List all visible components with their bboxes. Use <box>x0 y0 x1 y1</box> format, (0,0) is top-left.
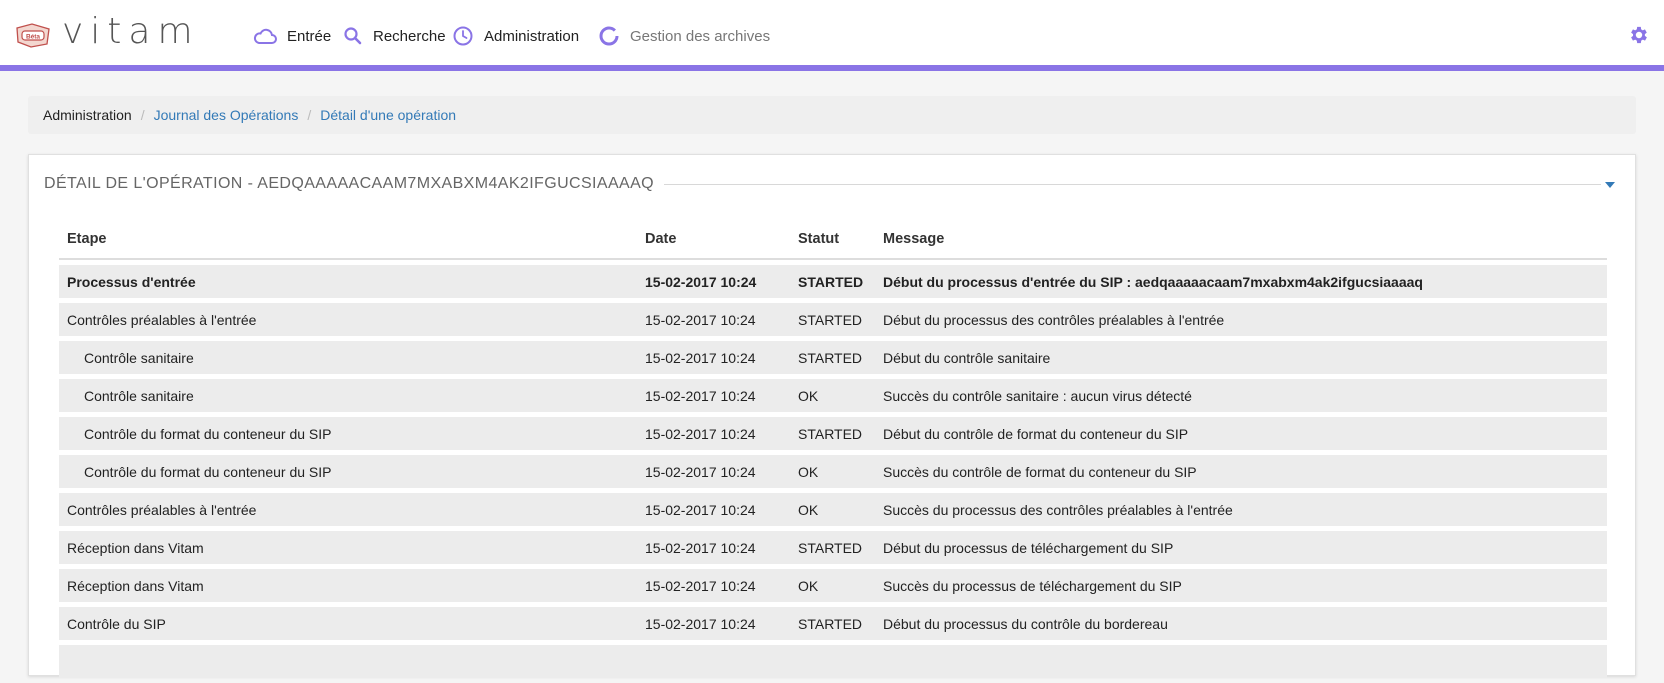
table-row[interactable]: Processus d'entrée 15-02-2017 10:24 STAR… <box>59 265 1607 298</box>
gear-icon[interactable] <box>1628 24 1650 46</box>
cell-date: 15-02-2017 10:24 <box>637 303 790 336</box>
cell-statut: OK <box>790 379 875 412</box>
cell-statut: STARTED <box>790 607 875 640</box>
cell-date: 15-02-2017 10:24 <box>637 493 790 526</box>
cell-message: Succès du processus des contrôles préala… <box>875 493 1607 526</box>
breadcrumb-detail-operation[interactable]: Détail d'une opération <box>320 107 456 123</box>
breadcrumb-administration: Administration <box>43 107 132 123</box>
top-navbar: Béta vitam Entrée Recherche Administrati… <box>0 0 1664 71</box>
cell-statut: STARTED <box>790 531 875 564</box>
nav-administration-label: Administration <box>484 27 580 45</box>
cell-message: Succès du contrôle de format du conteneu… <box>875 455 1607 488</box>
cell-etape: Contrôle sanitaire <box>59 341 637 374</box>
table-row[interactable]: Contrôles préalables à l'entrée 15-02-20… <box>59 303 1607 336</box>
cell-message <box>875 645 1607 678</box>
cell-message: Début du processus des contrôles préalab… <box>875 303 1607 336</box>
table-row[interactable]: Contrôle du format du conteneur du SIP 1… <box>59 417 1607 450</box>
cell-date <box>637 645 790 678</box>
beta-badge-icon: Béta <box>16 23 50 48</box>
cell-etape <box>59 645 637 678</box>
cell-message: Début du processus de téléchargement du … <box>875 531 1607 564</box>
cell-etape: Contrôle sanitaire <box>59 379 637 412</box>
cell-date: 15-02-2017 10:24 <box>637 341 790 374</box>
nav-entree[interactable]: Entrée <box>253 24 331 48</box>
column-header-date[interactable]: Date <box>637 228 790 260</box>
column-header-etape[interactable]: Etape <box>59 228 637 260</box>
breadcrumb-separator: / <box>140 107 145 123</box>
table-row[interactable]: Contrôle du SIP 15-02-2017 10:24 STARTED… <box>59 607 1607 640</box>
table-row[interactable]: Contrôle du format du conteneur du SIP 1… <box>59 455 1607 488</box>
table-row[interactable]: Réception dans Vitam 15-02-2017 10:24 ST… <box>59 531 1607 564</box>
table-row[interactable]: Contrôle sanitaire 15-02-2017 10:24 STAR… <box>59 341 1607 374</box>
cell-statut: STARTED <box>790 417 875 450</box>
cell-statut: STARTED <box>790 303 875 336</box>
cell-etape: Contrôles préalables à l'entrée <box>59 303 637 336</box>
cell-date: 15-02-2017 10:24 <box>637 379 790 412</box>
nav-recherche-label: Recherche <box>373 27 446 45</box>
cell-message: Succès du contrôle sanitaire : aucun vir… <box>875 379 1607 412</box>
table-row[interactable]: Contrôle sanitaire 15-02-2017 10:24 OK S… <box>59 379 1607 412</box>
breadcrumb-journal-operations[interactable]: Journal des Opérations <box>154 107 299 123</box>
cloud-icon <box>253 28 277 44</box>
cell-date: 15-02-2017 10:24 <box>637 265 790 298</box>
nav-gestion-archives-label: Gestion des archives <box>630 27 771 45</box>
search-icon <box>344 27 362 45</box>
table-row[interactable]: Réception dans Vitam 15-02-2017 10:24 OK… <box>59 569 1607 602</box>
cell-etape: Contrôles préalables à l'entrée <box>59 493 637 526</box>
nav-entree-label: Entrée <box>287 27 332 45</box>
table-row[interactable] <box>59 645 1607 678</box>
cell-statut: STARTED <box>790 341 875 374</box>
cell-statut: OK <box>790 455 875 488</box>
column-header-message[interactable]: Message <box>875 228 1607 260</box>
operation-steps-table: Etape Date Statut Message Processus d'en… <box>59 223 1607 683</box>
cell-message: Début du contrôle sanitaire <box>875 341 1607 374</box>
nav-recherche[interactable]: Recherche <box>343 24 446 48</box>
column-header-statut[interactable]: Statut <box>790 228 875 260</box>
panel-divider <box>629 184 1601 185</box>
cell-etape: Contrôle du format du conteneur du SIP <box>59 455 637 488</box>
logo[interactable]: vitam <box>62 11 200 52</box>
operation-detail-panel: DÉTAIL DE L'OPÉRATION - AEDQAAAAACAAM7MX… <box>28 154 1636 678</box>
clock-icon <box>453 26 473 46</box>
cell-etape: Contrôle du SIP <box>59 607 637 640</box>
cell-statut <box>790 645 875 678</box>
collapse-caret-icon[interactable] <box>1605 182 1615 188</box>
cell-etape: Contrôle du format du conteneur du SIP <box>59 417 637 450</box>
cell-statut: STARTED <box>790 265 875 298</box>
cell-etape: Réception dans Vitam <box>59 531 637 564</box>
svg-text:Béta: Béta <box>26 33 40 40</box>
cell-statut: OK <box>790 493 875 526</box>
panel-title: DÉTAIL DE L'OPÉRATION - AEDQAAAAACAAM7MX… <box>44 175 665 193</box>
breadcrumb-separator: / <box>307 107 312 123</box>
spinner-icon <box>599 26 619 46</box>
cell-message: Début du processus d'entrée du SIP : aed… <box>875 265 1607 298</box>
cell-date: 15-02-2017 10:24 <box>637 417 790 450</box>
cell-date: 15-02-2017 10:24 <box>637 569 790 602</box>
cell-statut: OK <box>790 569 875 602</box>
cell-date: 15-02-2017 10:24 <box>637 455 790 488</box>
cell-message: Début du contrôle de format du conteneur… <box>875 417 1607 450</box>
cell-etape: Réception dans Vitam <box>59 569 637 602</box>
cell-etape: Processus d'entrée <box>59 265 637 298</box>
cell-date: 15-02-2017 10:24 <box>637 607 790 640</box>
nav-administration[interactable]: Administration <box>452 24 579 48</box>
table-row[interactable]: Contrôles préalables à l'entrée 15-02-20… <box>59 493 1607 526</box>
table-header-row: Etape Date Statut Message <box>59 228 1607 260</box>
cell-message: Début du processus du contrôle du border… <box>875 607 1607 640</box>
cell-message: Succès du processus de téléchargement du… <box>875 569 1607 602</box>
breadcrumb: Administration / Journal des Opérations … <box>28 96 1636 134</box>
nav-gestion-archives[interactable]: Gestion des archives <box>598 24 770 48</box>
cell-date: 15-02-2017 10:24 <box>637 531 790 564</box>
